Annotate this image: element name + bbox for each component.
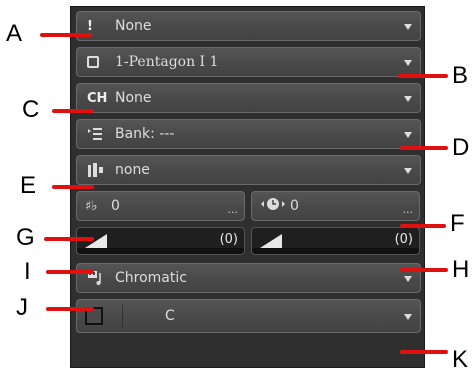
transpose-field[interactable]: ♯♭ 0 ... bbox=[76, 191, 245, 221]
volume-track[interactable] bbox=[77, 248, 244, 254]
callout-f: F bbox=[450, 210, 465, 237]
callout-i: I bbox=[24, 258, 31, 285]
callout-line-a bbox=[40, 33, 92, 37]
velocity-ramp-icon bbox=[260, 234, 282, 248]
root-note-dropdown[interactable]: C bbox=[76, 299, 421, 333]
velocity-value: (0) bbox=[394, 232, 413, 247]
chevron-down-icon[interactable] bbox=[404, 168, 412, 174]
callout-d: D bbox=[452, 134, 470, 161]
instrument-icon bbox=[87, 162, 115, 178]
delay-value: 0 bbox=[290, 198, 299, 214]
instrument-panel: ! None 1-Pentagon I 1 CH None Bank: --- … bbox=[70, 6, 425, 368]
clock-icon bbox=[260, 197, 290, 215]
callout-b: B bbox=[452, 62, 469, 89]
callout-k: K bbox=[452, 346, 469, 373]
pentagon-box-icon bbox=[87, 56, 115, 68]
chevron-down-icon[interactable] bbox=[404, 24, 412, 30]
exclamation-icon: ! bbox=[87, 18, 93, 34]
output-value: None bbox=[115, 18, 152, 34]
callout-line-j bbox=[46, 307, 94, 311]
callout-line-e bbox=[52, 185, 94, 189]
callout-line-c bbox=[52, 109, 94, 113]
callout-e: E bbox=[20, 172, 37, 199]
velocity-slider[interactable]: (0) bbox=[251, 227, 420, 255]
callout-line-g bbox=[44, 237, 94, 241]
bank-list-icon bbox=[87, 127, 115, 141]
chevron-down-icon[interactable] bbox=[404, 314, 412, 320]
volume-value: (0) bbox=[219, 232, 238, 247]
bank-value: Bank: --- bbox=[115, 126, 175, 142]
callout-j: J bbox=[16, 294, 28, 321]
volume-slider[interactable]: (0) bbox=[76, 227, 245, 255]
preset-dropdown[interactable]: 1-Pentagon I 1 bbox=[76, 47, 421, 77]
transpose-value: 0 bbox=[111, 198, 120, 214]
channel-value: None bbox=[115, 90, 152, 106]
instrument-dropdown[interactable]: none bbox=[76, 155, 421, 185]
channel-icon: CH bbox=[87, 90, 108, 106]
divider bbox=[122, 304, 123, 328]
callout-h: H bbox=[452, 256, 470, 283]
chevron-down-icon[interactable] bbox=[404, 276, 412, 282]
bank-dropdown[interactable]: Bank: --- bbox=[76, 119, 421, 149]
output-dropdown[interactable]: ! None bbox=[76, 11, 421, 41]
sharp-flat-icon: ♯♭ bbox=[85, 198, 98, 214]
channel-dropdown[interactable]: CH None bbox=[76, 83, 421, 113]
callout-line-k bbox=[400, 350, 448, 354]
instrument-value: none bbox=[115, 162, 150, 178]
chevron-down-icon[interactable] bbox=[404, 60, 412, 66]
chevron-down-icon[interactable] bbox=[404, 132, 412, 138]
preset-value: 1-Pentagon I 1 bbox=[115, 54, 219, 70]
callout-line-b bbox=[398, 74, 448, 78]
delay-field[interactable]: 0 ... bbox=[251, 191, 420, 221]
callout-c: C bbox=[22, 96, 40, 123]
root-note-value: C bbox=[165, 308, 175, 324]
transpose-more-button[interactable]: ... bbox=[228, 203, 239, 216]
velocity-track[interactable] bbox=[252, 248, 419, 254]
callout-g: G bbox=[16, 224, 35, 251]
callout-a: A bbox=[6, 20, 23, 47]
chevron-down-icon[interactable] bbox=[404, 96, 412, 102]
callout-line-d bbox=[400, 146, 448, 150]
delay-more-button[interactable]: ... bbox=[403, 203, 414, 216]
scale-dropdown[interactable]: Chromatic bbox=[76, 263, 421, 293]
callout-line-f bbox=[400, 224, 446, 228]
callout-line-h bbox=[400, 268, 448, 272]
callout-line-i bbox=[46, 270, 94, 274]
scale-value: Chromatic bbox=[115, 270, 187, 286]
